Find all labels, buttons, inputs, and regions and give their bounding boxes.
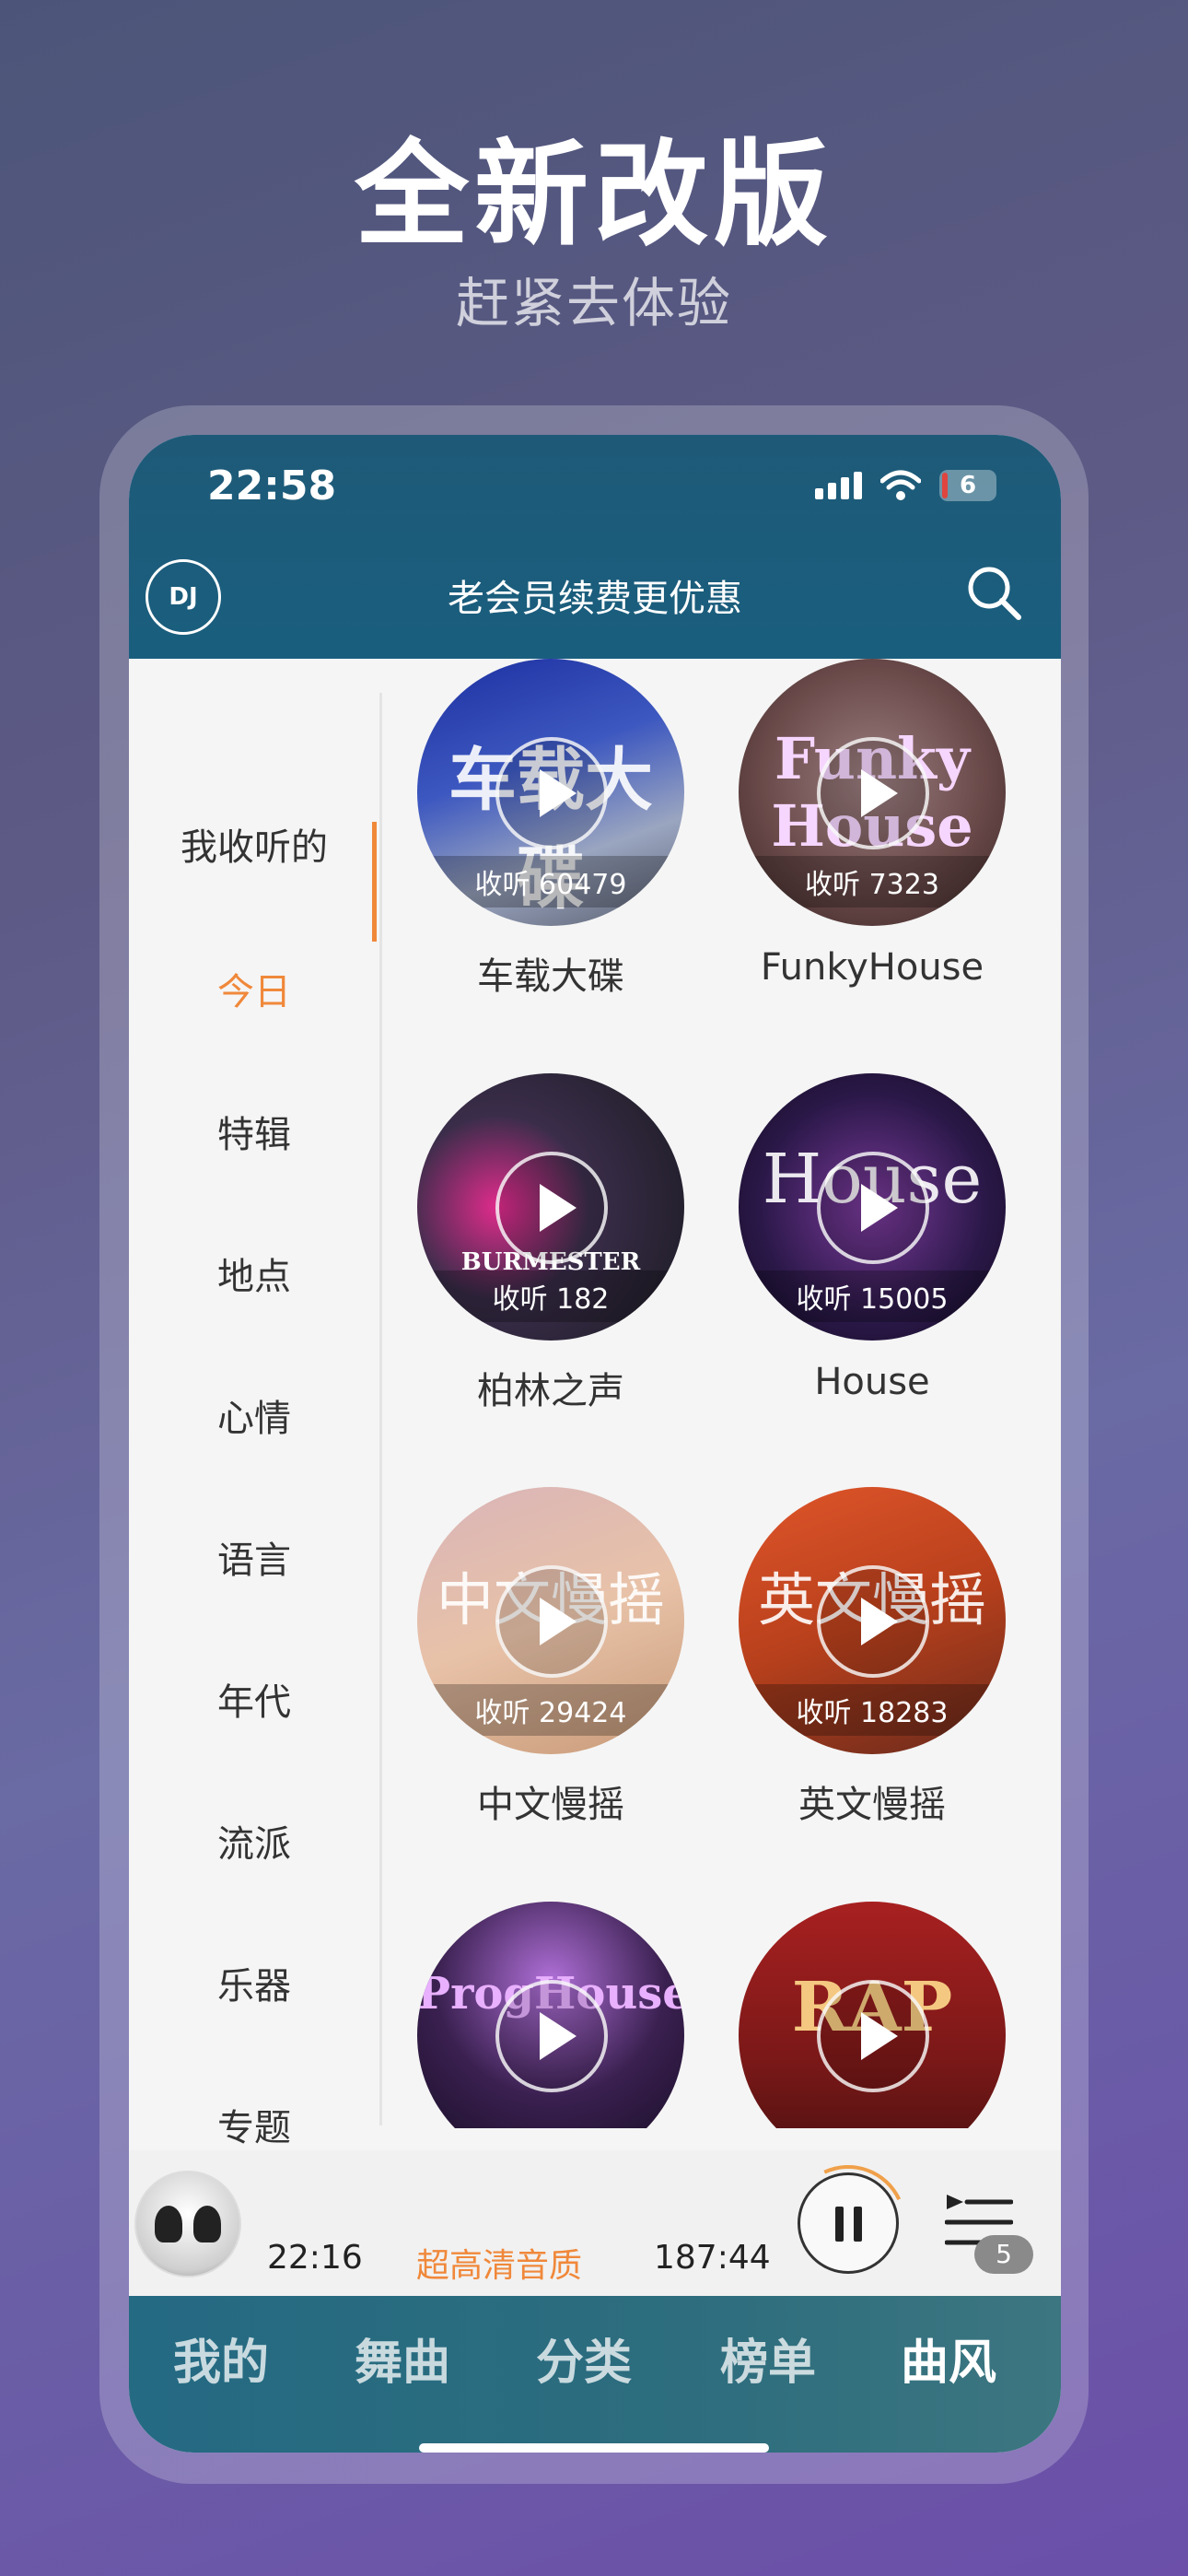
playlist-cover: 中文慢摇 收听 29424 <box>417 1487 684 1754</box>
playlist-card[interactable]: 中文慢摇 收听 29424 中文慢摇 <box>413 1487 689 1828</box>
tab-category[interactable]: 分类 <box>492 2324 676 2393</box>
status-icons: 6 <box>815 470 996 501</box>
play-icon[interactable] <box>495 1152 608 1264</box>
bottom-tab-bar: 我的 舞曲 分类 榜单 曲风 <box>129 2296 1061 2453</box>
wifi-icon <box>880 470 921 500</box>
audio-quality-label[interactable]: 超高清音质 <box>416 2239 582 2287</box>
play-count: 收听 182 <box>417 1270 684 1322</box>
pause-button[interactable] <box>798 2172 899 2274</box>
playlist-cover: 英文慢摇 收听 18283 <box>739 1487 1006 1754</box>
playlist-cover: 车载大碟 收听 60479 <box>417 659 684 926</box>
home-indicator[interactable] <box>419 2443 769 2453</box>
playlist-title: 车载大碟 <box>477 955 624 998</box>
play-icon[interactable] <box>495 1565 608 1678</box>
playlist-title: 柏林之声 <box>477 1370 624 1412</box>
status-time: 22:58 <box>207 463 337 509</box>
app-screen: 22:58 6 DJ 老会员续费更优惠 我收听的 今日 特辑 地点 心情 语言 <box>129 435 1061 2453</box>
playlist-grid: 车载大碟 收听 60479 车载大碟 Funky House 收听 7323 F… <box>129 659 1061 2128</box>
playlist-cover: BURMESTER 收听 182 <box>417 1073 684 1341</box>
playlist-cover: RAP <box>739 1902 1006 2128</box>
playlist-card[interactable]: House 收听 15005 House <box>734 1073 1010 1403</box>
queue-count-badge: 5 <box>974 2235 1033 2274</box>
play-icon[interactable] <box>817 1152 929 1264</box>
playlist-title: FunkyHouse <box>760 946 984 989</box>
play-icon[interactable] <box>817 1565 929 1678</box>
playlist-title: 英文慢摇 <box>798 1784 946 1826</box>
playlist-cover: Funky House 收听 7323 <box>739 659 1006 926</box>
playlist-cover: House 收听 15005 <box>739 1073 1006 1341</box>
play-count: 收听 7323 <box>739 856 1006 907</box>
play-count: 收听 29424 <box>417 1684 684 1736</box>
search-icon[interactable] <box>963 562 1024 623</box>
tab-style[interactable]: 曲风 <box>856 2324 1041 2393</box>
play-count: 收听 15005 <box>739 1270 1006 1322</box>
play-count: 收听 60479 <box>417 856 684 907</box>
tab-charts[interactable]: 榜单 <box>676 2324 860 2393</box>
app-header: 22:58 6 DJ 老会员续费更优惠 <box>129 435 1061 659</box>
now-playing-artwork[interactable] <box>134 2171 241 2277</box>
promo-headline: 全新改版 <box>354 129 833 262</box>
battery-icon: 6 <box>939 470 996 501</box>
play-icon[interactable] <box>817 1980 929 2092</box>
play-icon[interactable] <box>495 737 608 849</box>
track-duration: 187:44 <box>654 2239 771 2277</box>
promo-subhead: 赶紧去体验 <box>455 272 732 334</box>
playlist-card[interactable]: RAP <box>734 1902 1010 2128</box>
playlist-card[interactable]: 车载大碟 收听 60479 车载大碟 <box>413 659 689 1000</box>
playlist-card[interactable]: 英文慢摇 收听 18283 英文慢摇 <box>734 1487 1010 1828</box>
playlist-title: House <box>814 1361 930 1403</box>
playlist-card[interactable]: Funky House 收听 7323 FunkyHouse <box>734 659 1010 989</box>
current-time: 22:16 <box>267 2239 363 2277</box>
play-count: 收听 18283 <box>739 1684 1006 1736</box>
playlist-cover: ProgHouse <box>417 1902 684 2128</box>
playlist-card[interactable]: ProgHouse <box>413 1902 689 2128</box>
header-title[interactable]: 老会员续费更优惠 <box>129 568 1061 622</box>
play-icon[interactable] <box>495 1980 608 2092</box>
playlist-title: 中文慢摇 <box>477 1784 624 1826</box>
cellular-signal-icon <box>815 472 862 499</box>
tab-dance[interactable]: 舞曲 <box>310 2324 495 2393</box>
play-icon[interactable] <box>817 737 929 849</box>
playlist-card[interactable]: BURMESTER 收听 182 柏林之声 <box>413 1073 689 1414</box>
mini-player[interactable]: 22:16 超高清音质 187:44 5 <box>129 2149 1061 2298</box>
tab-mine[interactable]: 我的 <box>129 2324 313 2393</box>
